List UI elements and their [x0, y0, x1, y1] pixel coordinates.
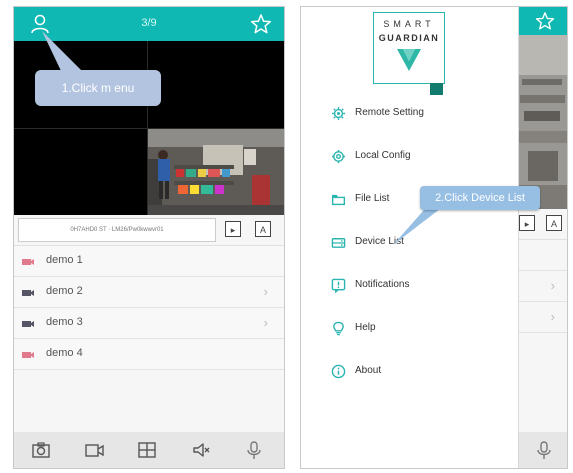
camera-feed-image [518, 35, 567, 209]
list-item[interactable]: demo 4 [14, 339, 284, 370]
menu-label: Local Config [355, 150, 411, 161]
list-item[interactable]: › [518, 302, 567, 333]
menu-item-notifications[interactable]: Notifications [301, 264, 518, 307]
menu-label: Remote Setting [355, 107, 424, 118]
menu-label: Notifications [355, 279, 410, 290]
camera-feed[interactable] [518, 35, 567, 209]
top-bar [518, 7, 567, 35]
camera-feed[interactable] [148, 129, 284, 215]
favorite-star-icon[interactable] [250, 13, 272, 35]
background-main-view: ▸ A › › [518, 7, 567, 468]
grid-icon[interactable] [137, 440, 157, 460]
list-item[interactable]: demo 2 › [14, 277, 284, 308]
bottom-toolbar [518, 432, 567, 468]
device-name: demo 1 [46, 254, 83, 266]
device-info-bar: 0H7AHD0 ST · LM26/Pw0kwwvr01 ▸ A [14, 215, 284, 246]
list-item[interactable] [518, 240, 567, 271]
list-item[interactable]: › [518, 271, 567, 302]
menu-drawer-screen: ▸ A › › SMART GUARDIAN Remote Setting Lo… [300, 6, 568, 469]
menu-label: Help [355, 322, 376, 333]
camera-feed-image [148, 129, 284, 215]
main-view-screen: 3/9 1.Click m enu 0H7AHD0 ST · LM26/Pw0k… [13, 6, 285, 469]
chevron-right-icon[interactable]: › [264, 315, 268, 330]
shield-logo-icon [397, 49, 421, 71]
callout-click-device-list: 2.Click Device List [420, 186, 540, 210]
menu-label: File List [355, 193, 390, 204]
list-item[interactable]: demo 3 › [14, 308, 284, 339]
bottom-toolbar [14, 432, 284, 468]
mute-icon[interactable] [191, 440, 211, 460]
menu-item-local-config[interactable]: Local Config [301, 135, 518, 178]
device-info-bar: ▸ A [518, 209, 567, 240]
play-mode-button[interactable]: ▸ [519, 215, 535, 231]
play-mode-button[interactable]: ▸ [225, 221, 241, 237]
notification-icon [331, 278, 346, 293]
camera-icon[interactable] [31, 440, 51, 460]
device-id-field: 0H7AHD0 ST · LM26/Pw0kwwvr01 [18, 218, 216, 242]
page-indicator: 3/9 [141, 17, 157, 29]
menu-item-about[interactable]: About [301, 350, 518, 393]
device-icon [331, 238, 346, 248]
folder-icon [331, 194, 346, 206]
auto-mode-button[interactable]: A [255, 221, 271, 237]
help-icon [333, 321, 344, 336]
video-icon[interactable] [84, 440, 104, 460]
chevron-right-icon[interactable]: › [551, 309, 555, 324]
favorite-star-icon[interactable] [535, 11, 555, 31]
auto-mode-button[interactable]: A [546, 215, 562, 231]
microphone-icon[interactable] [534, 440, 554, 460]
chevron-right-icon[interactable]: › [551, 278, 555, 293]
menu-label: About [355, 365, 382, 376]
device-list: demo 1 demo 2 › demo 3 › demo 4 [14, 246, 284, 370]
info-icon [331, 364, 346, 379]
gear-icon [331, 106, 346, 121]
camera-gray-icon [22, 321, 34, 327]
app-logo: SMART GUARDIAN [373, 12, 445, 84]
device-name: demo 4 [46, 347, 83, 359]
list-item[interactable]: demo 1 [14, 246, 284, 277]
device-name: demo 2 [46, 285, 83, 297]
camera-pink-icon [22, 259, 34, 265]
settings-icon [331, 149, 346, 164]
microphone-icon[interactable] [244, 440, 264, 460]
camera-pink-icon [22, 352, 34, 358]
device-name: demo 3 [46, 316, 83, 328]
logo-text: SMART [383, 19, 435, 29]
camera-gray-icon [22, 290, 34, 296]
menu-item-help[interactable]: Help [301, 307, 518, 350]
logo-text: GUARDIAN [378, 33, 440, 43]
callout-pointer [42, 31, 84, 73]
menu-item-remote-setting[interactable]: Remote Setting [301, 92, 518, 135]
chevron-right-icon[interactable]: › [264, 284, 268, 299]
